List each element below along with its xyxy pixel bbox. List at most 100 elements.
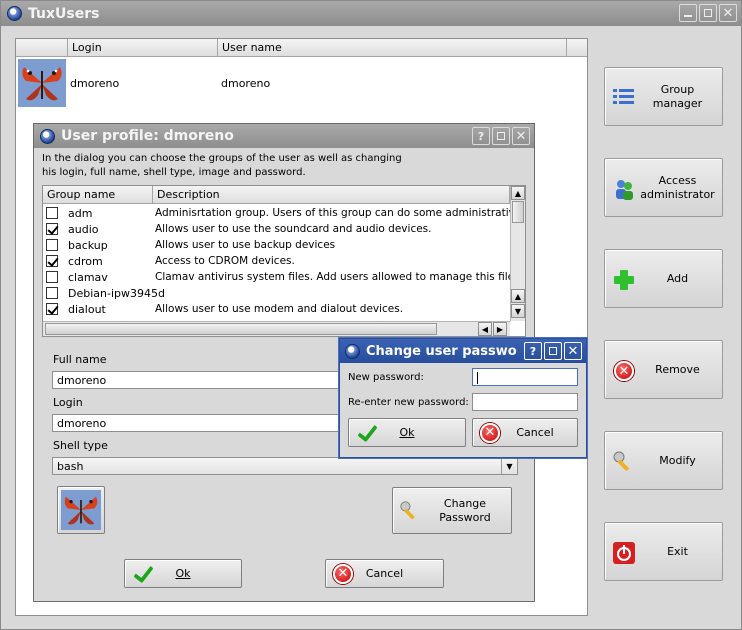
change-password-button[interactable]: Change Password (392, 487, 512, 534)
group-name: adm (68, 206, 93, 220)
group-description: Access to CDROM devices. (155, 255, 295, 267)
maximize-icon (704, 9, 712, 17)
group-checkbox[interactable] (46, 223, 58, 235)
group-manager-button[interactable]: Group manager (604, 67, 723, 126)
butterfly-icon (61, 490, 101, 530)
power-icon (613, 542, 635, 564)
close-icon: ✕ (567, 343, 579, 359)
checkmark-icon (355, 422, 377, 444)
group-description: Allows user to use the soundcard and aud… (155, 223, 432, 235)
maximize-icon (497, 132, 505, 140)
groups-list[interactable]: Group name Description adm Adminisrtatio… (42, 185, 526, 337)
profile-title-bar[interactable]: User profile: dmoreno ? ✕ (34, 124, 534, 148)
cancel-icon: ✕ (479, 422, 501, 444)
users-col-username[interactable]: User name (218, 39, 567, 56)
minimize-button[interactable] (679, 4, 697, 22)
group-manager-label: Group manager (652, 82, 703, 110)
list-item[interactable]: adm Adminisrtation group. Users of this … (43, 205, 510, 221)
dialog-logo-icon (40, 128, 55, 144)
list-item[interactable]: dialout Allows user to use modem and dia… (43, 301, 403, 317)
modify-button[interactable]: Modify (604, 431, 723, 490)
groups-col-description[interactable]: Description (153, 186, 510, 203)
password-cancel-button[interactable]: ✕ Cancel (472, 418, 578, 447)
exit-button[interactable]: Exit (604, 522, 723, 581)
login-label: Login (53, 396, 83, 409)
group-checkbox[interactable] (46, 271, 58, 283)
password-dialog-title: Change user passwo (366, 343, 517, 359)
password-ok-button[interactable]: Ok (348, 418, 466, 447)
list-item[interactable]: audio Allows user to use the soundcard a… (43, 221, 431, 237)
maximize-button[interactable] (699, 4, 717, 22)
remove-icon: ✕ (612, 359, 636, 383)
shell-type-select[interactable]: bash ▼ (52, 457, 518, 475)
new-password-input[interactable] (472, 368, 578, 386)
add-button[interactable]: Add (604, 249, 723, 308)
wrench-icon (400, 500, 415, 519)
change-password-dialog: Change user passwo ? ✕ New password: Re-… (339, 338, 587, 458)
maximize-button[interactable] (544, 342, 562, 360)
access-administrator-button[interactable]: Access administrator (604, 158, 723, 217)
checkmark-icon (131, 563, 153, 585)
cancel-button[interactable]: ✕ Cancel (325, 559, 444, 588)
group-checkbox[interactable] (46, 239, 58, 251)
scroll-right-button[interactable]: ▶ (493, 322, 507, 336)
users-col-login[interactable]: Login (68, 39, 218, 56)
scroll-up-button-2[interactable]: ▲ (511, 289, 525, 303)
main-title-bar[interactable]: TuxUsers ✕ (1, 1, 741, 26)
chevron-down-icon: ▼ (501, 458, 517, 474)
group-checkbox[interactable] (46, 207, 58, 219)
scroll-down-button[interactable]: ▼ (511, 304, 525, 318)
access-administrator-label: Access administrator (640, 173, 715, 201)
arrow-up-icon: ▲ (514, 291, 522, 301)
list-item[interactable]: clamav Clamav antivirus system files. Ad… (43, 269, 510, 285)
maximize-icon (549, 347, 557, 355)
list-item[interactable]: Debian-ipw3945d (43, 285, 165, 301)
new-password-label: New password: (348, 372, 424, 383)
group-name: audio (68, 222, 99, 236)
maximize-button[interactable] (492, 127, 510, 145)
groups-col-name[interactable]: Group name (43, 186, 153, 203)
groups-rows: adm Adminisrtation group. Users of this … (43, 205, 510, 321)
app-logo-icon (7, 6, 22, 21)
users-col-avatar[interactable] (16, 39, 68, 56)
user-login-cell: dmoreno (70, 77, 120, 90)
table-row[interactable]: dmoreno dmoreno (16, 58, 587, 108)
group-description: Allows user to use modem and dialout dev… (155, 303, 404, 315)
list-icon (613, 89, 634, 104)
list-item[interactable]: backup Allows user to use backup devices (43, 237, 335, 253)
remove-label: Remove (655, 362, 700, 376)
close-button[interactable]: ✕ (719, 4, 737, 22)
group-checkbox[interactable] (46, 303, 58, 315)
arrow-down-icon: ▼ (514, 306, 522, 316)
group-checkbox[interactable] (46, 255, 58, 267)
groups-vertical-scrollbar[interactable]: ▲ ▲ ▼ (510, 186, 525, 321)
remove-button[interactable]: ✕ Remove (604, 340, 723, 399)
user-image-button[interactable] (57, 486, 105, 534)
help-icon: ? (529, 344, 537, 358)
users-icon (616, 180, 633, 200)
user-avatar (18, 59, 66, 107)
group-description: Allows user to use backup devices (155, 239, 336, 251)
exit-label: Exit (667, 544, 688, 558)
scroll-up-button[interactable]: ▲ (511, 186, 525, 200)
close-button[interactable]: ✕ (512, 127, 530, 145)
modify-label: Modify (659, 453, 696, 467)
group-checkbox[interactable] (46, 287, 58, 299)
password-title-bar[interactable]: Change user passwo ? ✕ (340, 339, 586, 363)
list-item[interactable]: cdrom Access to CDROM devices. (43, 253, 295, 269)
help-button[interactable]: ? (524, 342, 542, 360)
groups-horizontal-scrollbar[interactable]: ◀ ▶ (43, 321, 510, 336)
scroll-thumb[interactable] (512, 201, 524, 223)
reenter-password-input[interactable] (472, 393, 578, 411)
help-button[interactable]: ? (472, 127, 490, 145)
butterfly-icon (18, 59, 66, 107)
scroll-left-button[interactable]: ◀ (478, 322, 492, 336)
ok-label: Ok (175, 567, 191, 580)
password-cancel-label: Cancel (516, 426, 554, 439)
hscroll-thumb[interactable] (45, 323, 437, 335)
ok-button[interactable]: Ok (124, 559, 242, 588)
profile-description-line2: his login, full name, shell type, image … (42, 167, 306, 178)
text-cursor (477, 372, 478, 384)
password-ok-label: Ok (399, 426, 415, 439)
close-button[interactable]: ✕ (564, 342, 582, 360)
